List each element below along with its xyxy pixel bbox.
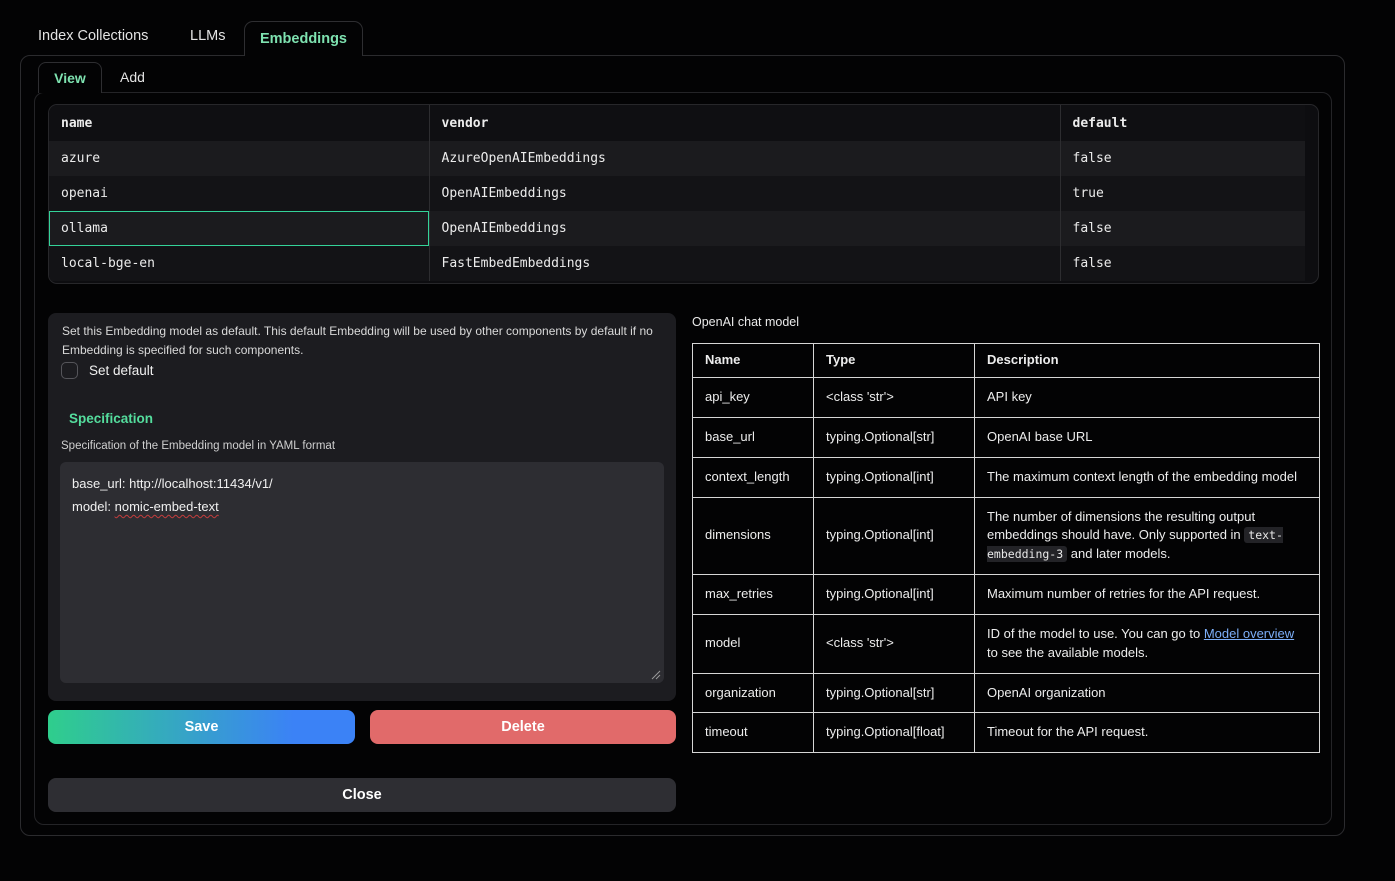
schema-cell-description: Timeout for the API request.	[975, 713, 1320, 753]
schema-cell-name: base_url	[693, 417, 814, 457]
schema-row: model<class 'str'>ID of the model to use…	[693, 614, 1320, 673]
tab-add[interactable]: Add	[120, 69, 145, 85]
schema-row: api_key<class 'str'>API key	[693, 378, 1320, 418]
set-default-checkbox[interactable]	[61, 362, 78, 379]
column-header-vendor: vendor	[429, 105, 1060, 141]
column-header-name: name	[49, 105, 429, 141]
table-row: local-bge-enFastEmbedEmbeddingsfalse	[49, 246, 1305, 281]
table-row: openaiOpenAIEmbeddingstrue	[49, 176, 1305, 211]
cell-vendor[interactable]: AzureOpenAIEmbeddings	[429, 141, 1060, 176]
schema-cell-description: ID of the model to use. You can go to Mo…	[975, 614, 1320, 673]
schema-cell-type: <class 'str'>	[814, 614, 975, 673]
cell-vendor[interactable]: OpenAIEmbeddings	[429, 176, 1060, 211]
schema-cell-description: The maximum context length of the embedd…	[975, 457, 1320, 497]
specification-caption: Specification of the Embedding model in …	[61, 440, 335, 452]
schema-cell-type: <class 'str'>	[814, 378, 975, 418]
schema-cell-type: typing.Optional[str]	[814, 417, 975, 457]
schema-cell-description: OpenAI organization	[975, 673, 1320, 713]
misspelled-word: nomic-embed-text	[115, 499, 219, 514]
save-button[interactable]: Save	[48, 710, 355, 744]
cell-vendor[interactable]: OpenAIEmbeddings	[429, 211, 1060, 246]
table-row: azureAzureOpenAIEmbeddingsfalse	[49, 141, 1305, 176]
specification-heading: Specification	[69, 411, 153, 426]
table-row: ollamaOpenAIEmbeddingsfalse	[49, 211, 1305, 246]
schema-row: organizationtyping.Optional[str]OpenAI o…	[693, 673, 1320, 713]
schema-row: context_lengthtyping.Optional[int]The ma…	[693, 457, 1320, 497]
column-header-default: default	[1060, 105, 1305, 141]
schema-cell-description: Maximum number of retries for the API re…	[975, 575, 1320, 615]
tab-embeddings-label: Embeddings	[260, 31, 347, 47]
schema-cell-name: timeout	[693, 713, 814, 753]
schema-row: timeouttyping.Optional[float]Timeout for…	[693, 713, 1320, 753]
schema-column-description: Description	[975, 344, 1320, 378]
set-default-description: Set this Embedding model as default. Thi…	[62, 322, 662, 359]
cell-name[interactable]: openai	[49, 176, 429, 211]
table-header-row: name vendor default	[49, 105, 1305, 141]
schema-cell-name: api_key	[693, 378, 814, 418]
schema-cell-name: organization	[693, 673, 814, 713]
schema-cell-type: typing.Optional[int]	[814, 497, 975, 575]
cell-name[interactable]: azure	[49, 141, 429, 176]
resize-grip-icon[interactable]	[649, 668, 661, 680]
cell-vendor[interactable]: FastEmbedEmbeddings	[429, 246, 1060, 281]
tab-llms[interactable]: LLMs	[190, 28, 225, 44]
schema-row: dimensionstyping.Optional[int]The number…	[693, 497, 1320, 575]
tab-embeddings[interactable]: Embeddings	[244, 21, 363, 56]
schema-cell-description: The number of dimensions the resulting o…	[975, 497, 1320, 575]
schema-cell-name: context_length	[693, 457, 814, 497]
set-default-label: Set default	[89, 363, 154, 378]
cell-default[interactable]: true	[1060, 176, 1305, 211]
schema-cell-type: typing.Optional[str]	[814, 673, 975, 713]
yaml-editor[interactable]: base_url: http://localhost:11434/v1/ mod…	[60, 462, 664, 683]
tab-view-label: View	[54, 70, 86, 86]
schema-cell-type: typing.Optional[int]	[814, 457, 975, 497]
cell-default[interactable]: false	[1060, 246, 1305, 281]
cell-default[interactable]: false	[1060, 211, 1305, 246]
schema-title: OpenAI chat model	[692, 315, 799, 329]
cell-default[interactable]: false	[1060, 141, 1305, 176]
model-overview-link[interactable]: Model overview	[1204, 626, 1294, 641]
schema-row: base_urltyping.Optional[str]OpenAI base …	[693, 417, 1320, 457]
tab-index-collections[interactable]: Index Collections	[38, 28, 148, 44]
schema-column-name: Name	[693, 344, 814, 378]
schema-row: max_retriestyping.Optional[int]Maximum n…	[693, 575, 1320, 615]
schema-cell-description: API key	[975, 378, 1320, 418]
schema-cell-name: model	[693, 614, 814, 673]
tab-view[interactable]: View	[38, 62, 102, 93]
set-default-row: Set default	[61, 362, 154, 379]
schema-cell-description: OpenAI base URL	[975, 417, 1320, 457]
inline-code: text-embedding-3	[987, 527, 1283, 562]
cell-name[interactable]: ollama	[49, 211, 429, 246]
cell-name[interactable]: local-bge-en	[49, 246, 429, 281]
schema-table: Name Type Description api_key<class 'str…	[692, 343, 1319, 753]
yaml-line-1: base_url: http://localhost:11434/v1/	[72, 473, 652, 496]
app-root: Index Collections LLMs Embeddings View A…	[0, 0, 1395, 881]
schema-column-type: Type	[814, 344, 975, 378]
yaml-line-2: model: nomic-embed-text	[72, 496, 652, 519]
embeddings-table: name vendor default azureAzureOpenAIEmbe…	[48, 104, 1319, 284]
schema-cell-type: typing.Optional[int]	[814, 575, 975, 615]
embedding-detail-panel: Set this Embedding model as default. Thi…	[48, 313, 676, 701]
schema-cell-name: dimensions	[693, 497, 814, 575]
delete-button[interactable]: Delete	[370, 710, 676, 744]
close-button[interactable]: Close	[48, 778, 676, 812]
schema-cell-type: typing.Optional[float]	[814, 713, 975, 753]
schema-header-row: Name Type Description	[693, 344, 1320, 378]
schema-cell-name: max_retries	[693, 575, 814, 615]
